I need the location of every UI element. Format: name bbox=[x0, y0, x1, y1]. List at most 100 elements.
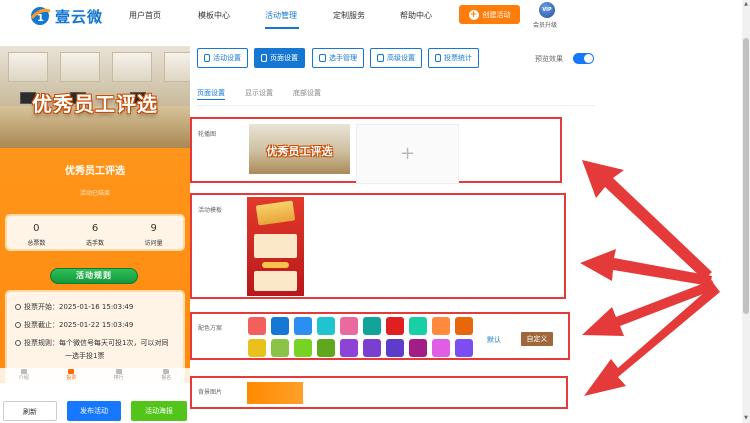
color-swatch[interactable] bbox=[455, 339, 473, 357]
nav-custom-service[interactable]: 定制服务 bbox=[333, 10, 365, 21]
arrow-to-carousel bbox=[582, 160, 712, 280]
vip-upgrade-link[interactable]: 会员升级 bbox=[533, 20, 557, 29]
color-swatch[interactable] bbox=[248, 339, 266, 357]
nav-activity-management[interactable]: 活动管理 bbox=[265, 10, 297, 21]
logo-text[interactable]: 壹云微 bbox=[55, 6, 103, 27]
color-swatch[interactable] bbox=[409, 339, 427, 357]
custom-color-button[interactable]: 自定义 bbox=[521, 332, 553, 346]
color-swatch[interactable] bbox=[340, 339, 358, 357]
tab-signup[interactable]: 报名 bbox=[143, 368, 191, 383]
scroll-down-icon[interactable]: ▼ bbox=[743, 415, 749, 421]
clock-icon bbox=[15, 304, 21, 310]
arrow-shapes bbox=[580, 160, 720, 396]
preview-toggle-label: 预览效果 bbox=[535, 55, 563, 63]
color-swatch[interactable] bbox=[340, 317, 358, 335]
signup-icon bbox=[163, 369, 170, 374]
rules-button[interactable]: 活动规则 bbox=[50, 268, 138, 284]
bar-chart-icon bbox=[435, 54, 441, 62]
plus-icon: + bbox=[468, 9, 479, 20]
publish-button[interactable]: 发布活动 bbox=[67, 401, 121, 421]
background-label: 背景图片 bbox=[198, 389, 223, 396]
refresh-button[interactable]: 刷新 bbox=[3, 401, 57, 421]
stat-total-votes: 0 总票数 bbox=[27, 223, 46, 247]
preview-title: 优秀员工评选 bbox=[65, 166, 125, 177]
home-icon bbox=[20, 369, 27, 374]
upload-add-button[interactable]: + bbox=[356, 124, 459, 184]
logo-icon: 1 bbox=[30, 7, 51, 25]
advanced-settings-button[interactable]: 高级设置 bbox=[370, 48, 422, 68]
create-activity-label: 创建活动 bbox=[482, 10, 511, 19]
vote-end: 投票截止：2025-01-22 15:03:49 bbox=[15, 320, 133, 330]
color-swatch[interactable] bbox=[363, 339, 381, 357]
scroll-up-icon[interactable]: ▲ bbox=[743, 1, 749, 7]
preview-status: 活动已结束 bbox=[79, 190, 110, 197]
color-swatch[interactable] bbox=[271, 339, 289, 357]
vote-rules: 投票规则：每个微信号每天可投1次，可以对同 bbox=[15, 338, 168, 348]
preview-banner: 优秀员工评选 bbox=[0, 46, 190, 148]
color-swatch[interactable] bbox=[432, 339, 450, 357]
clock-icon bbox=[15, 340, 21, 346]
mobile-preview: 优秀员工评选 优秀员工评选 活动已结束 0 总票数 6 选手数 9 访问量 活动… bbox=[0, 46, 190, 383]
settings-icon bbox=[204, 54, 210, 62]
color-swatch[interactable] bbox=[248, 317, 266, 335]
arrow-to-background bbox=[584, 284, 720, 396]
background-image[interactable] bbox=[247, 382, 303, 404]
stat-visits: 9 访问量 bbox=[144, 223, 163, 247]
color-scheme-section: 配色方案 默认 自定义 bbox=[190, 312, 570, 360]
activity-settings-button[interactable]: 活动设置 bbox=[197, 48, 248, 68]
page: 1 壹云微 用户首页 模板中心 活动管理 定制服务 帮助中心 + 创建活动 VI… bbox=[0, 0, 750, 423]
vote-rules-cont: 一选手投1票 bbox=[65, 352, 105, 360]
carousel-section: 轮播图 优秀员工评选 + bbox=[190, 117, 562, 184]
default-color-link[interactable]: 默认 bbox=[487, 335, 501, 345]
color-swatch[interactable] bbox=[317, 339, 335, 357]
carousel-label: 轮播图 bbox=[198, 131, 217, 138]
template-label: 活动模板 bbox=[198, 207, 223, 214]
page-settings-button[interactable]: 页面设置 bbox=[254, 48, 305, 68]
color-swatch[interactable] bbox=[455, 317, 473, 335]
color-swatch[interactable] bbox=[317, 317, 335, 335]
svg-text:1: 1 bbox=[37, 13, 44, 24]
color-swatch[interactable] bbox=[294, 317, 312, 335]
color-swatch[interactable] bbox=[386, 317, 404, 335]
preview-bottom-tabs: 介绍 投票 排行 报名 bbox=[0, 368, 190, 383]
divider bbox=[197, 105, 595, 106]
gear-icon bbox=[261, 54, 267, 62]
scrollbar-thumb[interactable] bbox=[743, 38, 749, 314]
top-nav: 1 壹云微 用户首页 模板中心 活动管理 定制服务 帮助中心 + 创建活动 VI… bbox=[0, 0, 742, 31]
color-swatch[interactable] bbox=[409, 317, 427, 335]
subtab-display-settings[interactable]: 显示设置 bbox=[245, 88, 273, 98]
tab-rank[interactable]: 排行 bbox=[95, 368, 143, 383]
color-swatch[interactable] bbox=[432, 317, 450, 335]
vote-stats-button[interactable]: 投票统计 bbox=[428, 48, 479, 68]
preview-toggle[interactable] bbox=[573, 53, 594, 64]
subtab-page-settings[interactable]: 页面设置 bbox=[197, 88, 225, 98]
nav-templates[interactable]: 模板中心 bbox=[198, 10, 230, 21]
color-scheme-label: 配色方案 bbox=[198, 325, 223, 332]
users-icon bbox=[319, 54, 326, 62]
template-section: 活动模板 bbox=[190, 193, 566, 299]
preview-banner-title: 优秀员工评选 bbox=[32, 92, 158, 116]
color-swatch[interactable] bbox=[294, 339, 312, 357]
arrow-to-template bbox=[580, 249, 712, 286]
background-section: 背景图片 bbox=[190, 376, 568, 409]
color-swatch[interactable] bbox=[363, 317, 381, 335]
create-activity-button[interactable]: + 创建活动 bbox=[459, 5, 520, 24]
carousel-image[interactable]: 优秀员工评选 bbox=[249, 124, 350, 174]
tab-vote[interactable]: 投票 bbox=[48, 368, 96, 383]
color-swatch[interactable] bbox=[386, 339, 404, 357]
contestant-management-button[interactable]: 选手管理 bbox=[312, 48, 364, 68]
rank-icon bbox=[115, 369, 122, 374]
vote-icon bbox=[68, 369, 75, 374]
template-thumbnail[interactable] bbox=[247, 197, 304, 296]
stats-box: 0 总票数 6 选手数 9 访问量 bbox=[5, 214, 185, 251]
poster-button[interactable]: 活动海报 bbox=[131, 401, 187, 421]
arrow-to-colors bbox=[582, 280, 716, 336]
color-swatch[interactable] bbox=[271, 317, 289, 335]
sliders-icon bbox=[377, 54, 384, 62]
subtab-footer-settings[interactable]: 底部设置 bbox=[293, 88, 321, 98]
nav-help[interactable]: 帮助中心 bbox=[400, 10, 432, 21]
tab-intro[interactable]: 介绍 bbox=[0, 368, 48, 383]
nav-active-underline bbox=[265, 27, 299, 29]
nav-home[interactable]: 用户首页 bbox=[129, 10, 161, 21]
vip-icon[interactable]: VIP bbox=[539, 2, 555, 18]
